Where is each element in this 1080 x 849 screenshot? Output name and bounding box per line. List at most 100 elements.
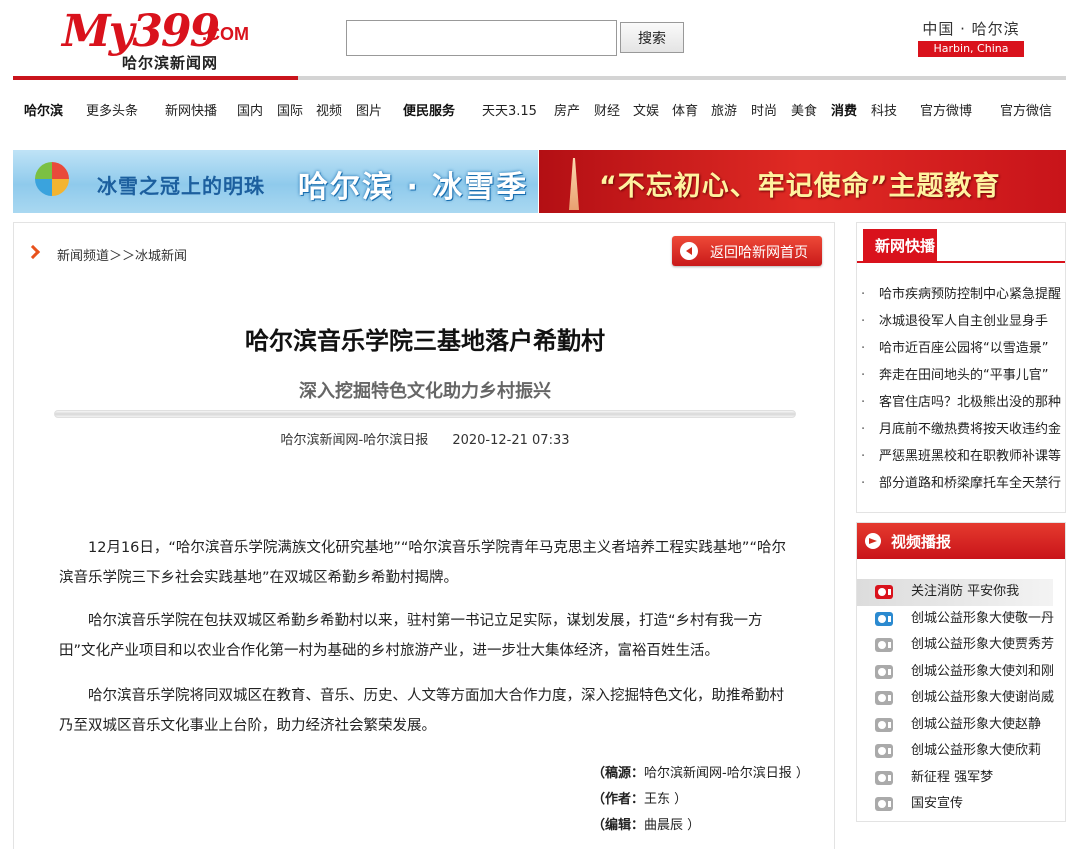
banner-left-headline: 哈尔滨 · 冰雪季 — [298, 170, 529, 205]
nav-item[interactable]: 财经 — [594, 100, 620, 119]
nav-item[interactable]: 官方微信 — [1000, 100, 1052, 119]
video-item-label: 国安宣传 — [911, 796, 964, 811]
video-list-item[interactable]: 国安宣传 — [857, 791, 1065, 818]
title-divider — [54, 410, 796, 418]
nav-item[interactable]: 哈尔滨 — [24, 100, 63, 119]
video-item-label: 创城公益形象大使贾秀芳 — [911, 637, 1055, 652]
quick-news-header: 新网快播 — [857, 223, 1065, 263]
video-list-item[interactable]: 新征程 强军梦 — [857, 765, 1065, 792]
logo-com-text: .COM — [202, 24, 249, 44]
nav-item[interactable]: 文娱 — [633, 100, 659, 119]
city-name-en: Harbin, China — [918, 41, 1024, 57]
video-camera-icon — [875, 611, 893, 626]
credit-editor: （编辑：曲晨辰 ） — [592, 818, 701, 833]
nav-item[interactable]: 体育 — [672, 100, 698, 119]
chevron-right-icon — [25, 244, 41, 260]
article-paragraph: 哈尔滨音乐学院将同双城区在教育、音乐、历史、人文等方面加大合作力度，深入挖掘特色… — [59, 688, 784, 734]
video-item-label: 新征程 强军梦 — [911, 769, 994, 785]
news-list-item[interactable]: 客官住店吗？北极熊出没的那种 — [857, 389, 1065, 416]
banner-left-tagline: 冰雪之冠上的明珠 — [97, 174, 265, 198]
news-list-item[interactable]: 哈市近百座公园将“以雪造景” — [857, 335, 1065, 362]
video-item-label: 创城公益形象大使欣莉 — [911, 743, 1042, 758]
video-list-item[interactable]: 创城公益形象大使赵静 — [857, 712, 1065, 739]
video-camera-icon — [875, 744, 893, 758]
video-list-item[interactable]: 创城公益形象大使谢尚威 — [857, 685, 1065, 712]
harbin-emblem-icon — [35, 162, 69, 196]
back-to-home-button[interactable]: 返回哈新网首页 — [672, 236, 822, 266]
nav-item[interactable]: 旅游 — [711, 100, 737, 119]
video-list: 关注消防 平安你我创城公益形象大使敬一丹 创城公益形象大使贾秀芳 创城公益形象大使刘… — [857, 579, 1065, 818]
video-list-item[interactable]: 创城公益形象大使贾秀芳 — [857, 632, 1065, 659]
video-list-item[interactable]: 关注消防 平安你我 — [857, 579, 1053, 606]
news-list-item[interactable]: 奔走在田间地头的“平事儿官” — [857, 362, 1065, 389]
video-camera-icon — [875, 717, 893, 732]
video-camera-icon — [875, 797, 893, 811]
logo-subtitle: 哈尔滨新闻网 — [122, 54, 219, 72]
theme-education-banner[interactable]: “不忘初心、牢记使命”主题教育 — [539, 150, 1066, 213]
main-nav: 哈尔滨 更多头条 新网快播 国内 国际 视频 图片 便民服务 天天3.15 房产 财经 文娱 体育 旅游时… — [0, 100, 1080, 120]
video-item-label: 关注消防 平安你我 — [911, 584, 1020, 599]
video-item-label: 创城公益形象大使谢尚威 — [911, 690, 1055, 705]
article-title: 哈尔滨音乐学院三基地落户希勤村 — [245, 327, 605, 355]
article-source: 哈尔滨新闻网-哈尔滨日报 — [280, 433, 429, 448]
video-report-title: 视频播报 — [891, 533, 952, 551]
back-to-home-label: 返回哈新网首页 — [710, 245, 808, 261]
quick-news-tab[interactable]: 新网快播 — [863, 229, 937, 263]
quick-news-list: 哈市疾病预防控制中心紧急提醒冰城退役军人自主创业显身手哈市近百座公园将“以雪造景… — [857, 281, 1065, 497]
nav-item[interactable]: 新网快播 — [165, 100, 217, 119]
article-credits: （稿源：哈尔滨新闻网-哈尔滨日报 ） （作者：王东 ） （编辑：曲晨辰 ） — [592, 761, 809, 839]
news-list-item[interactable]: 严惩黑班黑校和在职教师补课等 — [857, 443, 1065, 470]
play-icon — [865, 533, 881, 549]
city-name-cn: 中国 · 哈尔滨 — [922, 20, 1020, 38]
news-list-item[interactable]: 部分道路和桥梁摩托车全天禁行 — [857, 470, 1065, 497]
news-list-item[interactable]: 哈市疾病预防控制中心紧急提醒 — [857, 281, 1065, 308]
video-item-label: 创城公益形象大使敬一丹 — [911, 610, 1055, 626]
nav-item[interactable]: 视频 — [316, 100, 342, 119]
quick-news-panel: 新网快播 哈市疾病预防控制中心紧急提醒冰城退役军人自主创业显身手哈市近百座公园将… — [856, 222, 1066, 513]
nav-item[interactable]: 图片 — [356, 100, 382, 119]
credit-source: （稿源：哈尔滨新闻网-哈尔滨日报 ） — [592, 766, 809, 781]
arrow-left-icon — [680, 242, 698, 260]
nav-item[interactable]: 美食 — [791, 100, 817, 119]
video-camera-icon — [875, 585, 893, 599]
nav-item[interactable]: 国际 — [277, 100, 303, 119]
video-report-header: 视频播报 — [857, 523, 1065, 559]
article-panel: 新闻频道＞＞冰城新闻 返回哈新网首页 哈尔滨音乐学院三基地落户希勤村 深入挖掘特… — [13, 222, 835, 849]
banner-right-headline: “不忘初心、牢记使命”主题教育 — [599, 171, 1001, 202]
video-camera-icon — [875, 691, 893, 705]
nav-item[interactable]: 消费 — [831, 100, 857, 119]
search-input[interactable] — [346, 20, 617, 56]
nav-item[interactable]: 时尚 — [751, 100, 777, 119]
video-camera-icon — [875, 638, 893, 652]
nav-item[interactable]: 房产 — [554, 100, 580, 119]
nav-item[interactable]: 更多头条 — [86, 100, 138, 119]
search-button[interactable]: 搜索 — [620, 22, 684, 53]
video-item-label: 创城公益形象大使刘和刚 — [911, 663, 1055, 679]
article-paragraph: 12月16日，“哈尔滨音乐学院满族文化研究基地”“哈尔滨音乐学院青年马克思主义者… — [59, 540, 786, 586]
nav-item[interactable]: 天天3.15 — [482, 100, 537, 119]
news-list-item[interactable]: 冰城退役军人自主创业显身手 — [857, 308, 1065, 335]
nav-item[interactable]: 国内 — [237, 100, 263, 119]
video-report-panel: 视频播报 关注消防 平安你我创城公益形象大使敬一丹 创城公益形象大使贾秀芳 创城公益… — [856, 522, 1066, 822]
nav-item[interactable]: 便民服务 — [403, 100, 455, 119]
nav-item[interactable]: 官方微博 — [920, 100, 972, 119]
video-list-item[interactable]: 创城公益形象大使欣莉 — [857, 738, 1065, 765]
header-divider-accent — [13, 76, 298, 80]
video-camera-icon — [875, 770, 893, 785]
video-item-label: 创城公益形象大使赵静 — [911, 716, 1042, 732]
news-list-item[interactable]: 月底前不缴热费将按天收违约金 — [857, 416, 1065, 443]
article-datetime: 2020-12-21 07:33 — [452, 433, 570, 448]
article-meta: 哈尔滨新闻网-哈尔滨日报 2020-12-21 07:33 — [14, 429, 836, 448]
city-badge: 中国 · 哈尔滨 Harbin, China — [918, 18, 1024, 57]
monument-icon — [569, 158, 579, 210]
nav-item[interactable]: 科技 — [871, 100, 897, 119]
ice-snow-banner[interactable]: 冰雪之冠上的明珠 哈尔滨 · 冰雪季 — [13, 150, 538, 213]
breadcrumb[interactable]: 新闻频道＞＞冰城新闻 — [57, 245, 187, 264]
site-logo[interactable]: My399 .COM 哈尔滨新闻网 — [62, 6, 252, 73]
video-camera-icon — [875, 664, 893, 679]
logo-main-text: My399 — [62, 6, 220, 57]
credit-author: （作者：王东 ） — [592, 792, 688, 807]
article-paragraph: 哈尔滨音乐学院在包扶双城区希勤乡希勤村以来，驻村第一书记立足实际，谋划发展，打造… — [59, 613, 763, 659]
video-list-item[interactable]: 创城公益形象大使敬一丹 — [857, 606, 1065, 633]
video-list-item[interactable]: 创城公益形象大使刘和刚 — [857, 659, 1065, 686]
